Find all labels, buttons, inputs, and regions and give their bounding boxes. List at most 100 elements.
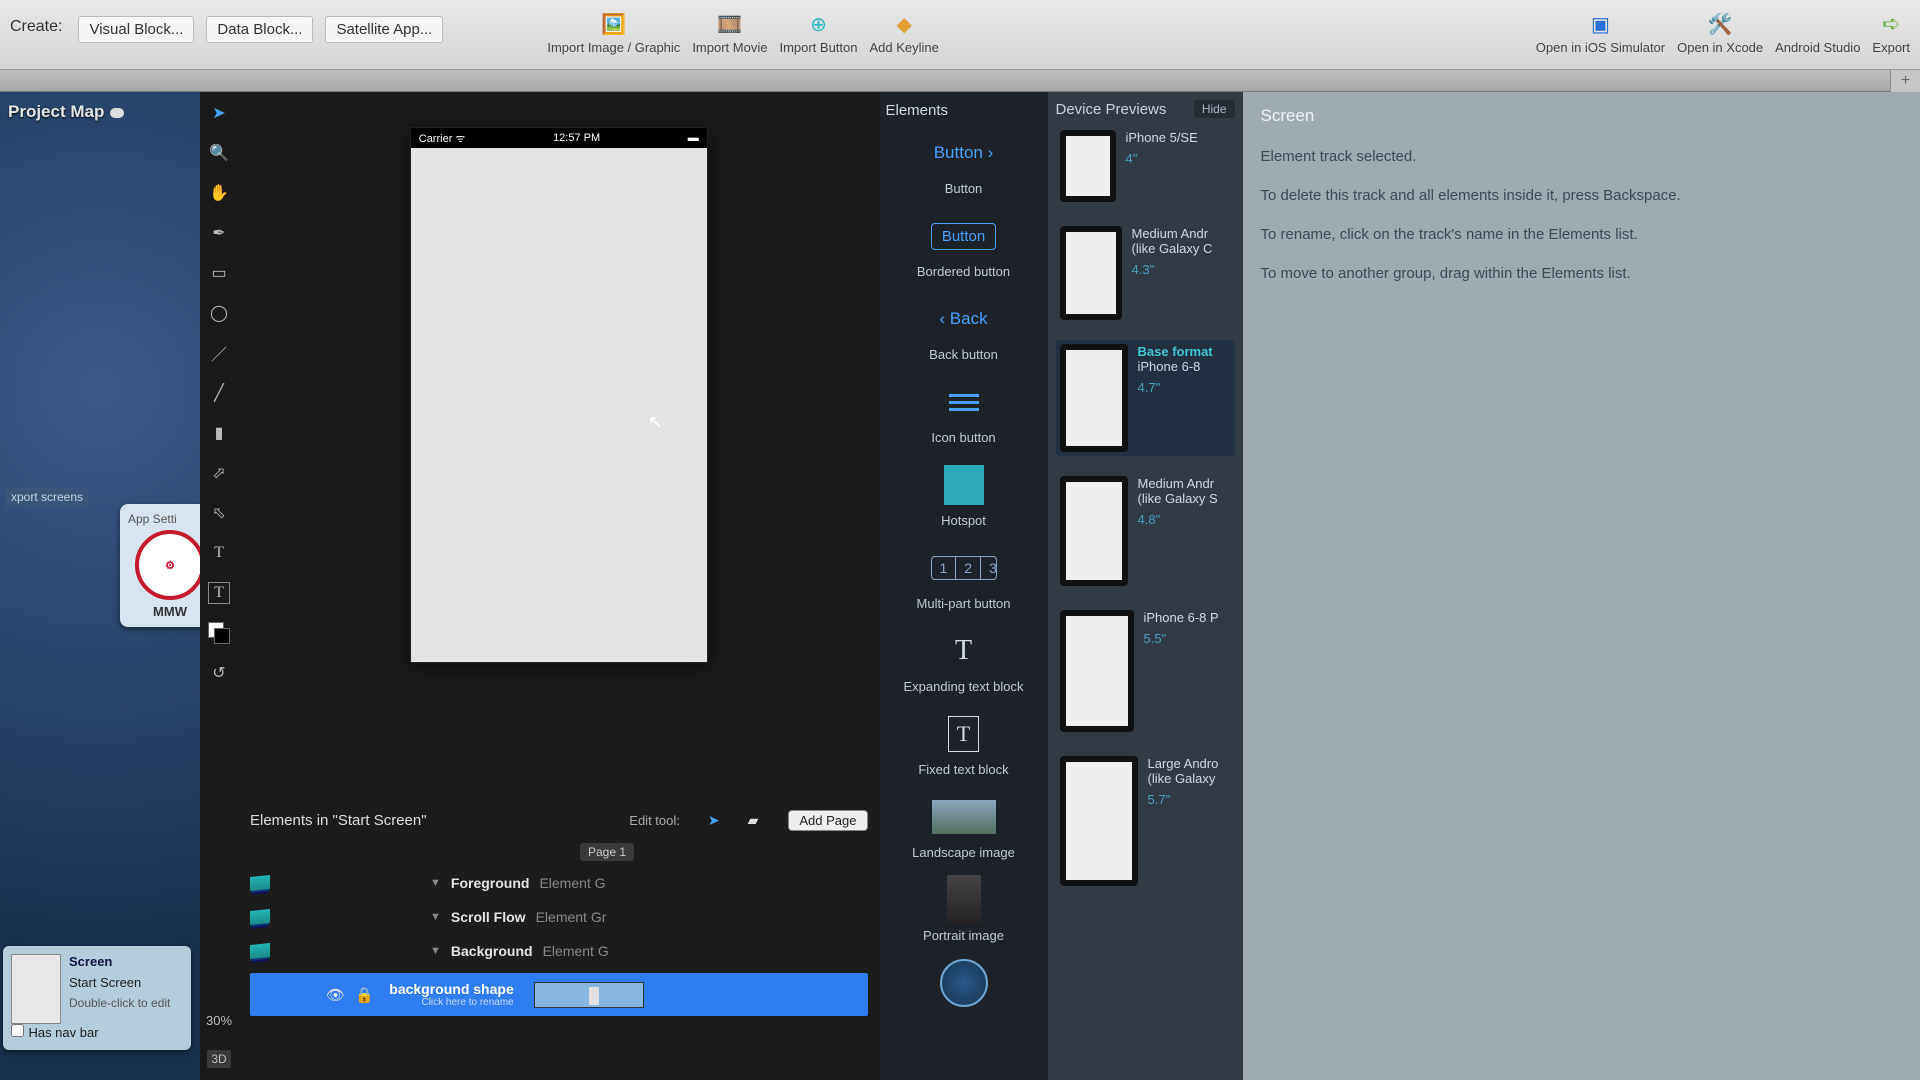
element-label: Bordered button	[917, 264, 1010, 279]
direct-select-tool[interactable]: ⬀	[208, 462, 230, 484]
device-name: iPhone 5/SE	[1126, 130, 1198, 145]
export-screens-button[interactable]: xport screens	[5, 487, 89, 507]
layer-icon	[250, 943, 270, 959]
import-image-button[interactable]: 🖼️ Import Image / Graphic	[547, 6, 680, 55]
android-studio-button[interactable]: Android Studio	[1775, 6, 1860, 55]
device-preview-item[interactable]: Base format iPhone 6-8 4.7"	[1056, 340, 1235, 456]
inspector-line3: To rename, click on the track's name in …	[1261, 224, 1903, 245]
open-ios-simulator-button[interactable]: ▣ Open in iOS Simulator	[1536, 6, 1665, 55]
element-globe[interactable]	[886, 961, 1042, 1011]
device-canvas[interactable]: Carrier ᯤ 12:57 PM ▬	[410, 127, 708, 663]
device-preview-item[interactable]: Medium Andr (like Galaxy C 4.3"	[1056, 222, 1235, 324]
3d-toggle[interactable]: 3D	[207, 1050, 230, 1068]
has-navbar-checkbox[interactable]	[11, 1024, 24, 1037]
hide-previews-button[interactable]: Hide	[1194, 100, 1235, 118]
lock-icon[interactable]: 🔒	[355, 986, 374, 1004]
timeline-clip[interactable]	[534, 982, 644, 1008]
canvas-view[interactable]: Carrier ᯤ 12:57 PM ▬ ↖	[238, 92, 880, 800]
segmented-icon: 123	[931, 556, 997, 580]
button-preview: Button ›	[931, 131, 997, 175]
device-size: 4.7"	[1138, 380, 1213, 395]
element-hotspot[interactable]: Hotspot	[886, 463, 1042, 528]
device-info: iPhone 5/SE 4"	[1126, 130, 1198, 166]
element-portrait-image[interactable]: Portrait image	[886, 878, 1042, 943]
hand-tool[interactable]: ✋	[208, 182, 230, 204]
element-button[interactable]: Button ›Button	[886, 131, 1042, 196]
screen-card[interactable]: Screen Start Screen Double-click to edit…	[3, 946, 191, 1050]
track-scrollflow[interactable]: ▼ Scroll Flow Element Gr	[250, 905, 868, 929]
element-multipart-button[interactable]: 123Multi-part button	[886, 546, 1042, 611]
element-landscape-image[interactable]: Landscape image	[886, 795, 1042, 860]
ellipse-tool[interactable]: ◯	[208, 302, 230, 324]
import-button-button[interactable]: ⊕ Import Button	[779, 6, 857, 55]
line-tool[interactable]: ╱	[208, 382, 230, 404]
element-expanding-text[interactable]: TExpanding text block	[886, 629, 1042, 694]
brush-tool[interactable]: ／	[208, 342, 230, 364]
pen-tool[interactable]: ✒	[208, 222, 230, 244]
track-background-shape[interactable]: 👁 🔒 background shape Click here to renam…	[250, 973, 868, 1016]
disclosure-icon[interactable]: ▼	[430, 877, 441, 889]
edit-tool-select-icon[interactable]: ➤	[708, 812, 720, 829]
add-keyline-button[interactable]: ◆ Add Keyline	[870, 6, 939, 55]
text-icon: T	[955, 635, 972, 667]
top-toolbar: Create: Visual Block... Data Block... Sa…	[0, 0, 1920, 70]
create-label: Create:	[10, 18, 62, 36]
edit-tool-clip-icon[interactable]: ▰	[748, 812, 759, 829]
visibility-icon[interactable]: 👁	[326, 986, 345, 1004]
device-frame	[1060, 344, 1128, 452]
element-label: Landscape image	[912, 845, 1015, 860]
device-frame	[1060, 130, 1116, 202]
battery-icon: ▬	[688, 132, 699, 144]
textbox-tool[interactable]: T	[208, 582, 230, 604]
import-button-label: Import Button	[779, 40, 857, 55]
track-type: Element Gr	[536, 909, 607, 925]
track-foreground[interactable]: ▼ Foreground Element G	[250, 871, 868, 895]
back-preview: ‹ Back	[931, 297, 997, 341]
rect-tool[interactable]: ▭	[208, 262, 230, 284]
disclosure-icon[interactable]: ▼	[430, 911, 441, 923]
element-fixed-text[interactable]: TFixed text block	[886, 712, 1042, 777]
open-xcode-button[interactable]: 🛠️ Open in Xcode	[1677, 6, 1763, 55]
import-movie-button[interactable]: 🎞️ Import Movie	[692, 6, 767, 55]
app-settings-card[interactable]: App Setti ⚙ MMW	[120, 504, 200, 627]
export-button[interactable]: ➪ Export	[1872, 6, 1910, 55]
track-name: Foreground	[451, 875, 530, 891]
circle-plus-icon: ⊕	[804, 10, 832, 38]
create-visual-block-button[interactable]: Visual Block...	[78, 16, 194, 43]
device-previews-panel: Device Previews Hide iPhone 5/SE 4" Medi…	[1048, 92, 1243, 1080]
track-background[interactable]: ▼ Background Element G	[250, 939, 868, 963]
disclosure-icon[interactable]: ▼	[430, 945, 441, 957]
element-back-button[interactable]: ‹ BackBack button	[886, 297, 1042, 362]
element-bordered-button[interactable]: Button Bordered button	[886, 214, 1042, 279]
device-preview-item[interactable]: Large Andro (like Galaxy 5.7"	[1056, 752, 1235, 890]
timeline-panel: Elements in "Start Screen" Edit tool: ➤ …	[238, 800, 880, 1080]
globe-icon	[940, 959, 988, 1007]
device-preview-item[interactable]: iPhone 6-8 P 5.5"	[1056, 606, 1235, 736]
swap-colors-icon[interactable]: ↺	[208, 662, 230, 684]
time-label: 12:57 PM	[553, 132, 600, 144]
page-tab[interactable]: Page 1	[580, 843, 634, 861]
add-tab-button[interactable]: +	[1890, 70, 1920, 92]
color-swatch[interactable]	[208, 622, 230, 644]
gradient-tool[interactable]: ▮	[208, 422, 230, 444]
device-preview-item[interactable]: iPhone 5/SE 4"	[1056, 126, 1235, 206]
export-label: Export	[1872, 40, 1910, 55]
node-tool[interactable]: ⬁	[208, 502, 230, 524]
device-preview-item[interactable]: Medium Andr (like Galaxy S 4.8"	[1056, 472, 1235, 590]
keyline-icon: ◆	[890, 10, 918, 38]
element-icon-button[interactable]: Icon button	[886, 380, 1042, 445]
zoom-tool[interactable]: 🔍	[208, 142, 230, 164]
create-satellite-app-button[interactable]: Satellite App...	[325, 16, 443, 43]
add-page-button[interactable]: Add Page	[788, 810, 867, 831]
device-info: Base format iPhone 6-8 4.7"	[1138, 344, 1213, 395]
device-previews-title: Device Previews	[1056, 101, 1167, 118]
text-tool[interactable]: T	[208, 542, 230, 564]
device-frame	[1060, 756, 1138, 886]
select-tool[interactable]: ➤	[208, 102, 230, 124]
create-data-block-button[interactable]: Data Block...	[206, 16, 313, 43]
element-label: Hotspot	[941, 513, 986, 528]
has-navbar-label: Has nav bar	[28, 1025, 98, 1040]
bordered-preview: Button	[931, 223, 996, 250]
track-type: Element G	[543, 943, 609, 959]
elements-title: Elements	[886, 102, 1042, 119]
